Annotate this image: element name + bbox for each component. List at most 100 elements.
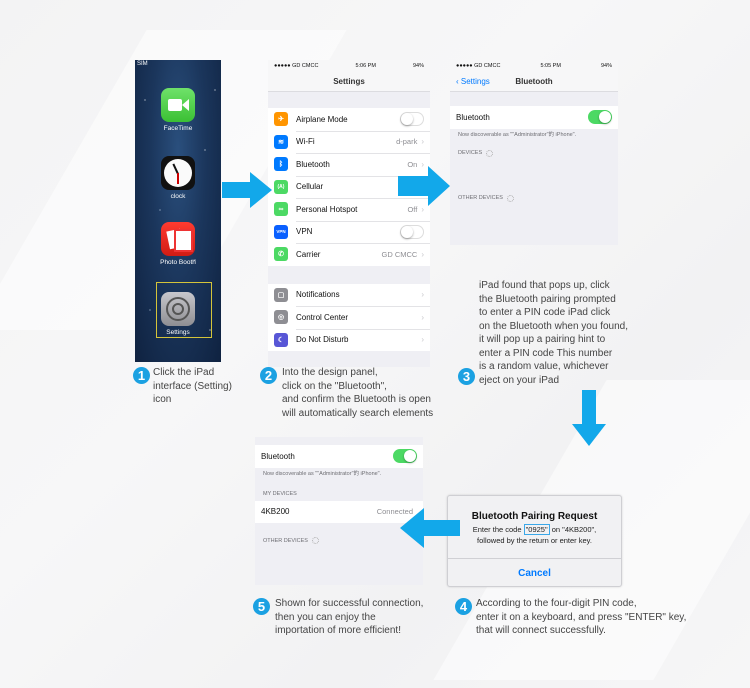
row-notifications[interactable]: ▢ Notifications › xyxy=(268,284,430,307)
step-number-badge: 5 xyxy=(253,598,270,615)
home-status-bar: SIM xyxy=(137,61,148,67)
step-3-text: iPad found that pops up, click the Bluet… xyxy=(479,279,628,387)
section-header: MY DEVICES xyxy=(263,490,297,497)
battery-text: 94% xyxy=(600,63,612,69)
step-line: and confirm the Bluetooth is open xyxy=(282,394,431,405)
my-devices-section: MY DEVICES xyxy=(255,491,423,497)
row-control-center[interactable]: ◎ Control Center › xyxy=(268,306,430,329)
step-line: on the Bluetooth when you found, xyxy=(479,320,629,332)
row-label: Personal Hotspot xyxy=(296,204,358,214)
row-vpn[interactable]: VPN VPN xyxy=(268,220,430,244)
step-number-badge: 1 xyxy=(133,367,150,384)
settings-gear-icon xyxy=(161,292,195,326)
chevron-right-icon: › xyxy=(421,204,424,214)
notifications-icon: ▢ xyxy=(274,287,288,302)
bluetooth-screen: ●●●●● GD CMCC 5:05 PM 94% ‹ Settings Blu… xyxy=(450,60,618,245)
loading-spinner-icon xyxy=(506,194,514,202)
row-bluetooth-toggle[interactable]: Bluetooth xyxy=(450,106,618,129)
discoverable-note: Now discoverable as ""Administrator"的 iP… xyxy=(263,470,382,477)
arrow-down-icon xyxy=(572,390,606,446)
step-line: icon xyxy=(153,394,172,405)
step-line: eject on your iPad xyxy=(479,374,560,386)
bluetooth-toggle[interactable] xyxy=(393,449,417,464)
loading-spinner-icon xyxy=(486,149,494,157)
app-label: FaceTime xyxy=(163,125,193,132)
connected-screen: Bluetooth Now discoverable as ""Administ… xyxy=(255,437,423,585)
discoverable-note: Now discoverable as ""Administrator"的 iP… xyxy=(458,131,577,138)
row-device-4kb200[interactable]: 4KB200 Connected xyxy=(255,501,423,524)
step-line: interface (Setting) xyxy=(153,380,232,392)
devices-section: DEVICES xyxy=(450,149,618,157)
dialog-title: Bluetooth Pairing Request xyxy=(471,511,598,522)
row-wifi[interactable]: ≋ Wi-Fi d-park › xyxy=(268,130,430,154)
my-devices-group: 4KB200 Connected xyxy=(255,500,423,524)
row-label: VPN xyxy=(296,227,313,237)
vpn-icon: VPN xyxy=(274,224,288,239)
chevron-right-icon: › xyxy=(421,312,424,322)
vpn-toggle[interactable] xyxy=(400,224,424,239)
row-label: Do Not Disturb xyxy=(296,335,349,345)
app-facetime[interactable]: FaceTime xyxy=(135,88,221,132)
row-label: Notifications xyxy=(296,290,340,300)
step-number-badge: 4 xyxy=(455,598,472,615)
bluetooth-toggle[interactable] xyxy=(588,110,612,125)
photo-booth-icon xyxy=(161,222,195,256)
back-label: Settings xyxy=(460,77,490,86)
row-bluetooth-toggle[interactable]: Bluetooth xyxy=(255,445,423,468)
wifi-icon: ≋ xyxy=(274,134,288,149)
airplane-mode-toggle[interactable] xyxy=(400,112,424,127)
row-do-not-disturb[interactable]: ☾ Do Not Disturb › xyxy=(268,328,430,352)
step-2-text: Into the design panel, click on the "Blu… xyxy=(282,366,433,420)
page-title: Settings xyxy=(333,77,365,86)
status-bar: ●●●●● GD CMCC 5:05 PM 94% xyxy=(450,60,618,72)
message-suffix: on "4KB200", xyxy=(551,525,597,534)
loading-spinner-icon xyxy=(311,537,319,545)
time-text: 5:05 PM xyxy=(540,63,561,69)
section-header: OTHER DEVICES xyxy=(263,537,308,544)
app-photo-booth[interactable]: Photo Booth xyxy=(135,222,221,266)
row-label: Carrier xyxy=(296,249,321,259)
arrow-right-icon xyxy=(222,172,272,208)
row-carrier[interactable]: ✆ Carrier GD CMCC › xyxy=(268,243,430,266)
row-label: Airplane Mode xyxy=(296,114,348,124)
row-value: GD CMCC xyxy=(381,249,418,259)
app-settings[interactable]: Settings xyxy=(135,292,221,336)
ipad-home-screen: SIM FaceTime clock Photo Booth Settings xyxy=(135,60,221,362)
section-header: DEVICES xyxy=(458,150,483,157)
nav-bar: Settings xyxy=(268,72,430,92)
arrow-left-icon xyxy=(400,508,460,548)
step-line: According to the four-digit PIN code, xyxy=(476,598,637,609)
other-devices-section: OTHER DEVICES xyxy=(255,537,423,545)
bluetooth-toggle-group: Bluetooth xyxy=(255,445,423,468)
step-line: iPad found that pops up, click xyxy=(479,280,610,291)
step-4-text: According to the four-digit PIN code, en… xyxy=(476,597,686,638)
back-button[interactable]: ‹ Settings xyxy=(456,77,490,86)
step-line: then you can enjoy the xyxy=(275,611,376,623)
row-label: Control Center xyxy=(296,312,349,322)
step-line: enter it on a keyboard, and press "ENTER… xyxy=(476,611,687,623)
hotspot-icon: ∞ xyxy=(274,202,288,217)
row-label: Bluetooth xyxy=(456,112,490,122)
cellular-icon: (A) xyxy=(274,179,288,194)
app-clock[interactable]: clock xyxy=(135,156,221,200)
device-name: 4KB200 xyxy=(261,507,290,517)
time-text: 5:06 PM xyxy=(355,63,376,69)
carrier-text: ●●●●● GD CMCC xyxy=(274,63,319,69)
step-line: the Bluetooth pairing prompted xyxy=(479,293,616,305)
divider xyxy=(448,558,621,559)
message-prefix: Enter the code xyxy=(472,525,522,534)
row-value: Off xyxy=(407,204,418,214)
airplane-icon: ✈ xyxy=(274,112,288,127)
row-label: Bluetooth xyxy=(261,451,295,461)
dialog-message: Enter the code "0925" on "4KB200", follo… xyxy=(448,524,621,546)
other-devices-section: OTHER DEVICES xyxy=(450,194,618,202)
step-line: Into the design panel, xyxy=(282,367,378,378)
step-line: that will connect successfully. xyxy=(476,625,606,636)
row-airplane-mode[interactable]: ✈ Airplane Mode xyxy=(268,108,430,131)
row-label: Wi-Fi xyxy=(296,137,315,147)
step-number-badge: 3 xyxy=(458,368,475,385)
cancel-button[interactable]: Cancel xyxy=(518,568,551,579)
step-1-text: Click the iPad interface (Setting) icon xyxy=(153,366,232,407)
step-line: is a random value, whichever xyxy=(479,361,609,372)
bluetooth-toggle-group: Bluetooth xyxy=(450,106,618,129)
